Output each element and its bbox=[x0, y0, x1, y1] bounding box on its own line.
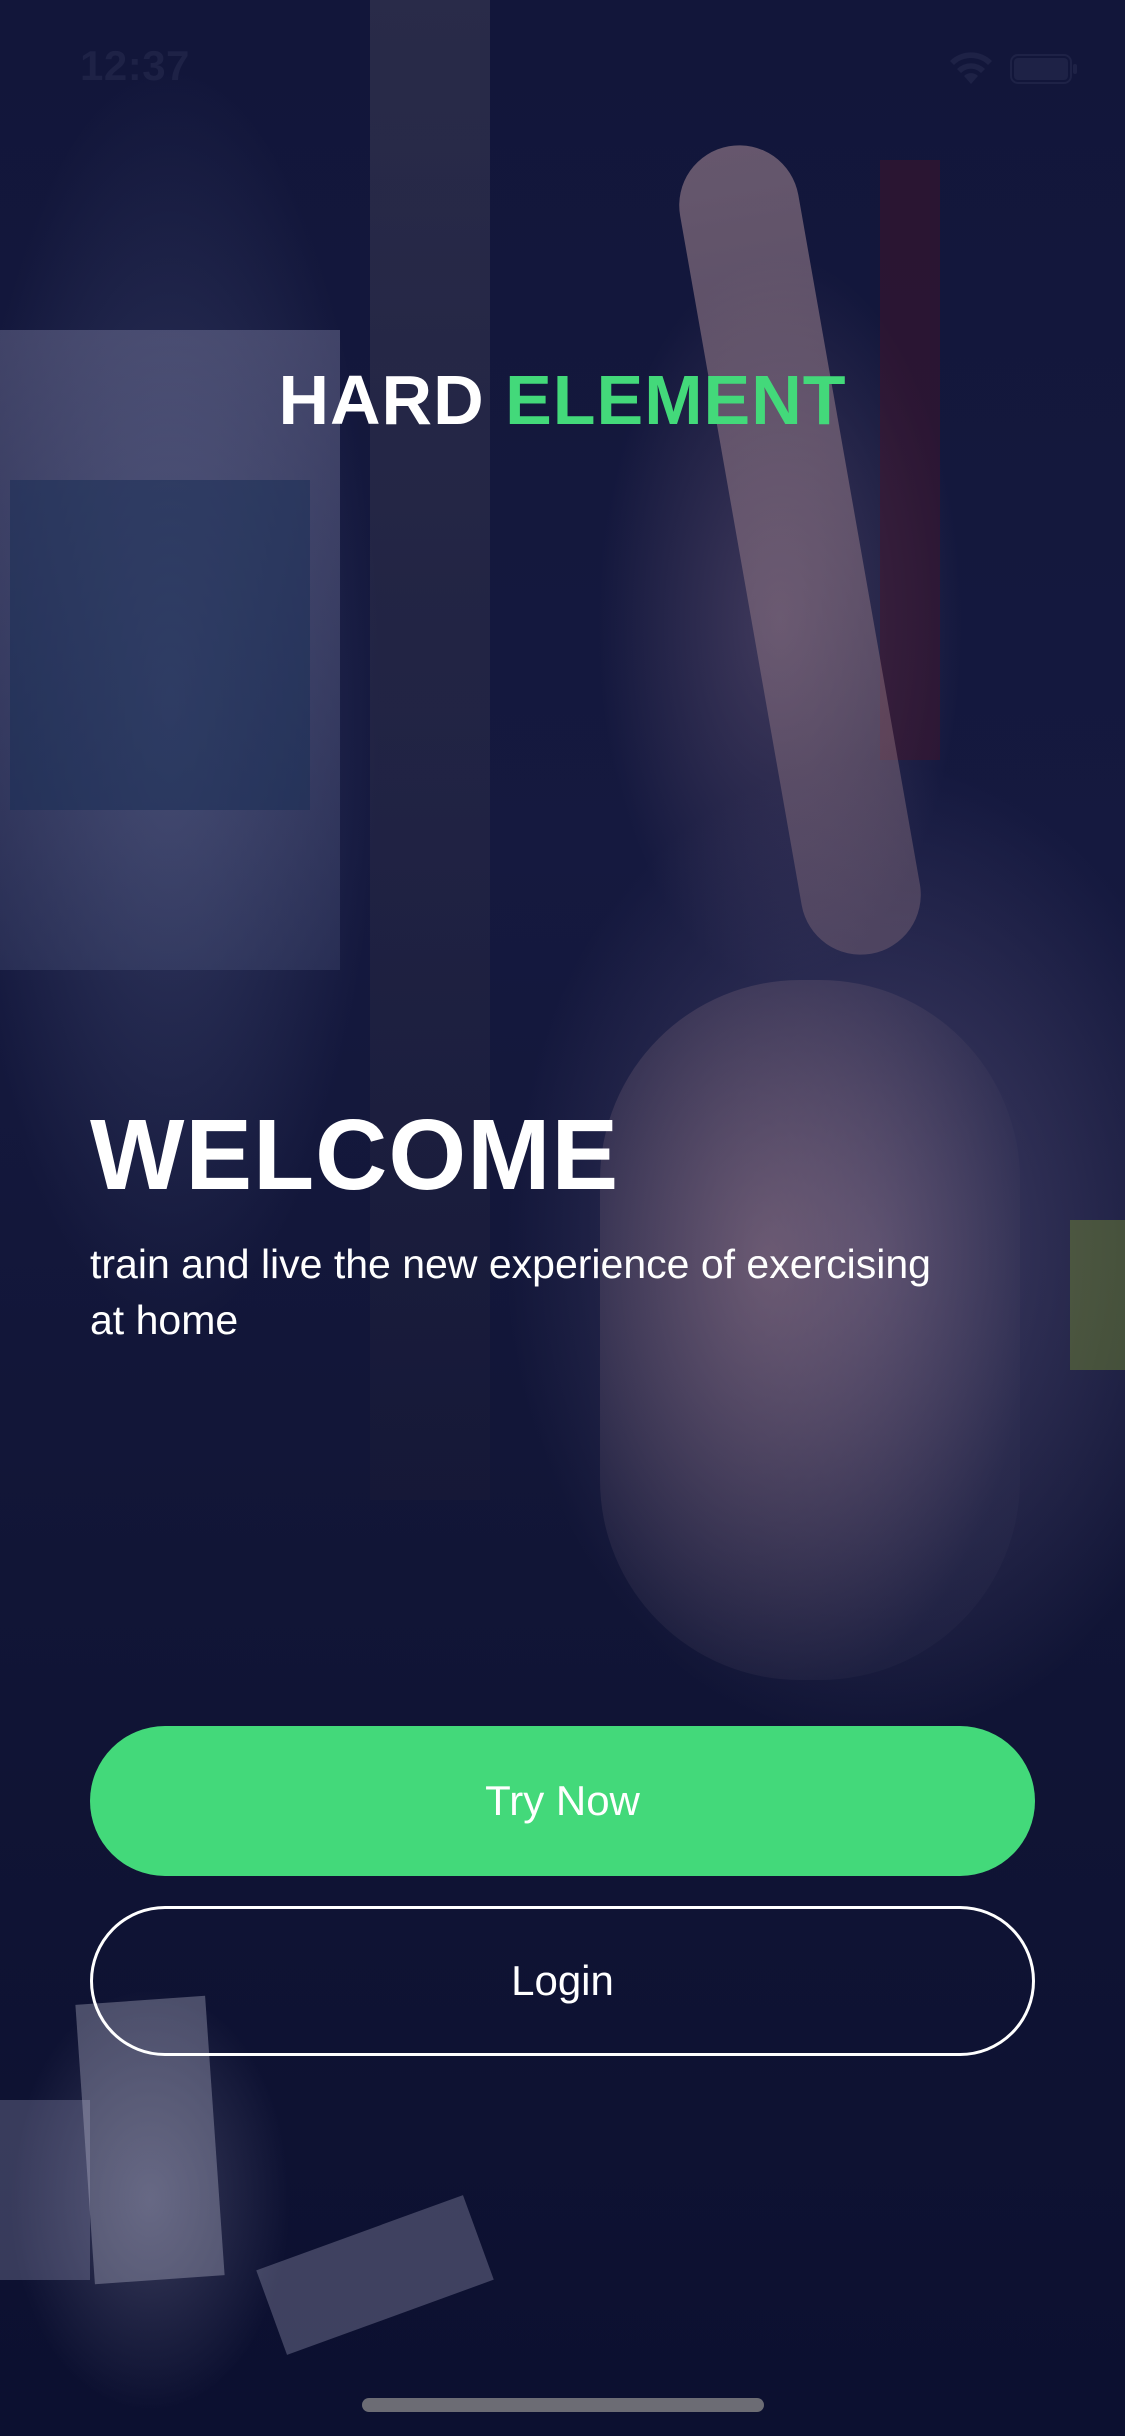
status-bar: 12:37 bbox=[0, 0, 1125, 132]
background-weight bbox=[1070, 1220, 1125, 1370]
background-banner bbox=[880, 160, 940, 760]
home-indicator[interactable] bbox=[362, 2398, 764, 2412]
background-box bbox=[0, 2100, 90, 2280]
login-button[interactable]: Login bbox=[90, 1906, 1035, 2056]
login-label: Login bbox=[511, 1957, 614, 2004]
status-time: 12:37 bbox=[80, 42, 190, 89]
brand-text-element: ELEMENT bbox=[505, 361, 847, 439]
background-box bbox=[256, 2195, 494, 2355]
brand-logo: HARD ELEMENT bbox=[0, 360, 1125, 440]
welcome-screen: 12:37 HARD ELEMENT WELCOME train and liv… bbox=[0, 0, 1125, 2436]
try-now-button[interactable]: Try Now bbox=[90, 1726, 1035, 1876]
welcome-subtitle: train and live the new experience of exe… bbox=[90, 1241, 931, 1343]
wifi-icon bbox=[950, 52, 992, 84]
background-window-pane bbox=[10, 480, 310, 810]
brand-text-hard: HARD bbox=[278, 361, 485, 439]
try-now-label: Try Now bbox=[485, 1777, 640, 1824]
welcome-title: WELCOME bbox=[90, 1099, 620, 1211]
battery-icon bbox=[1010, 54, 1077, 84]
